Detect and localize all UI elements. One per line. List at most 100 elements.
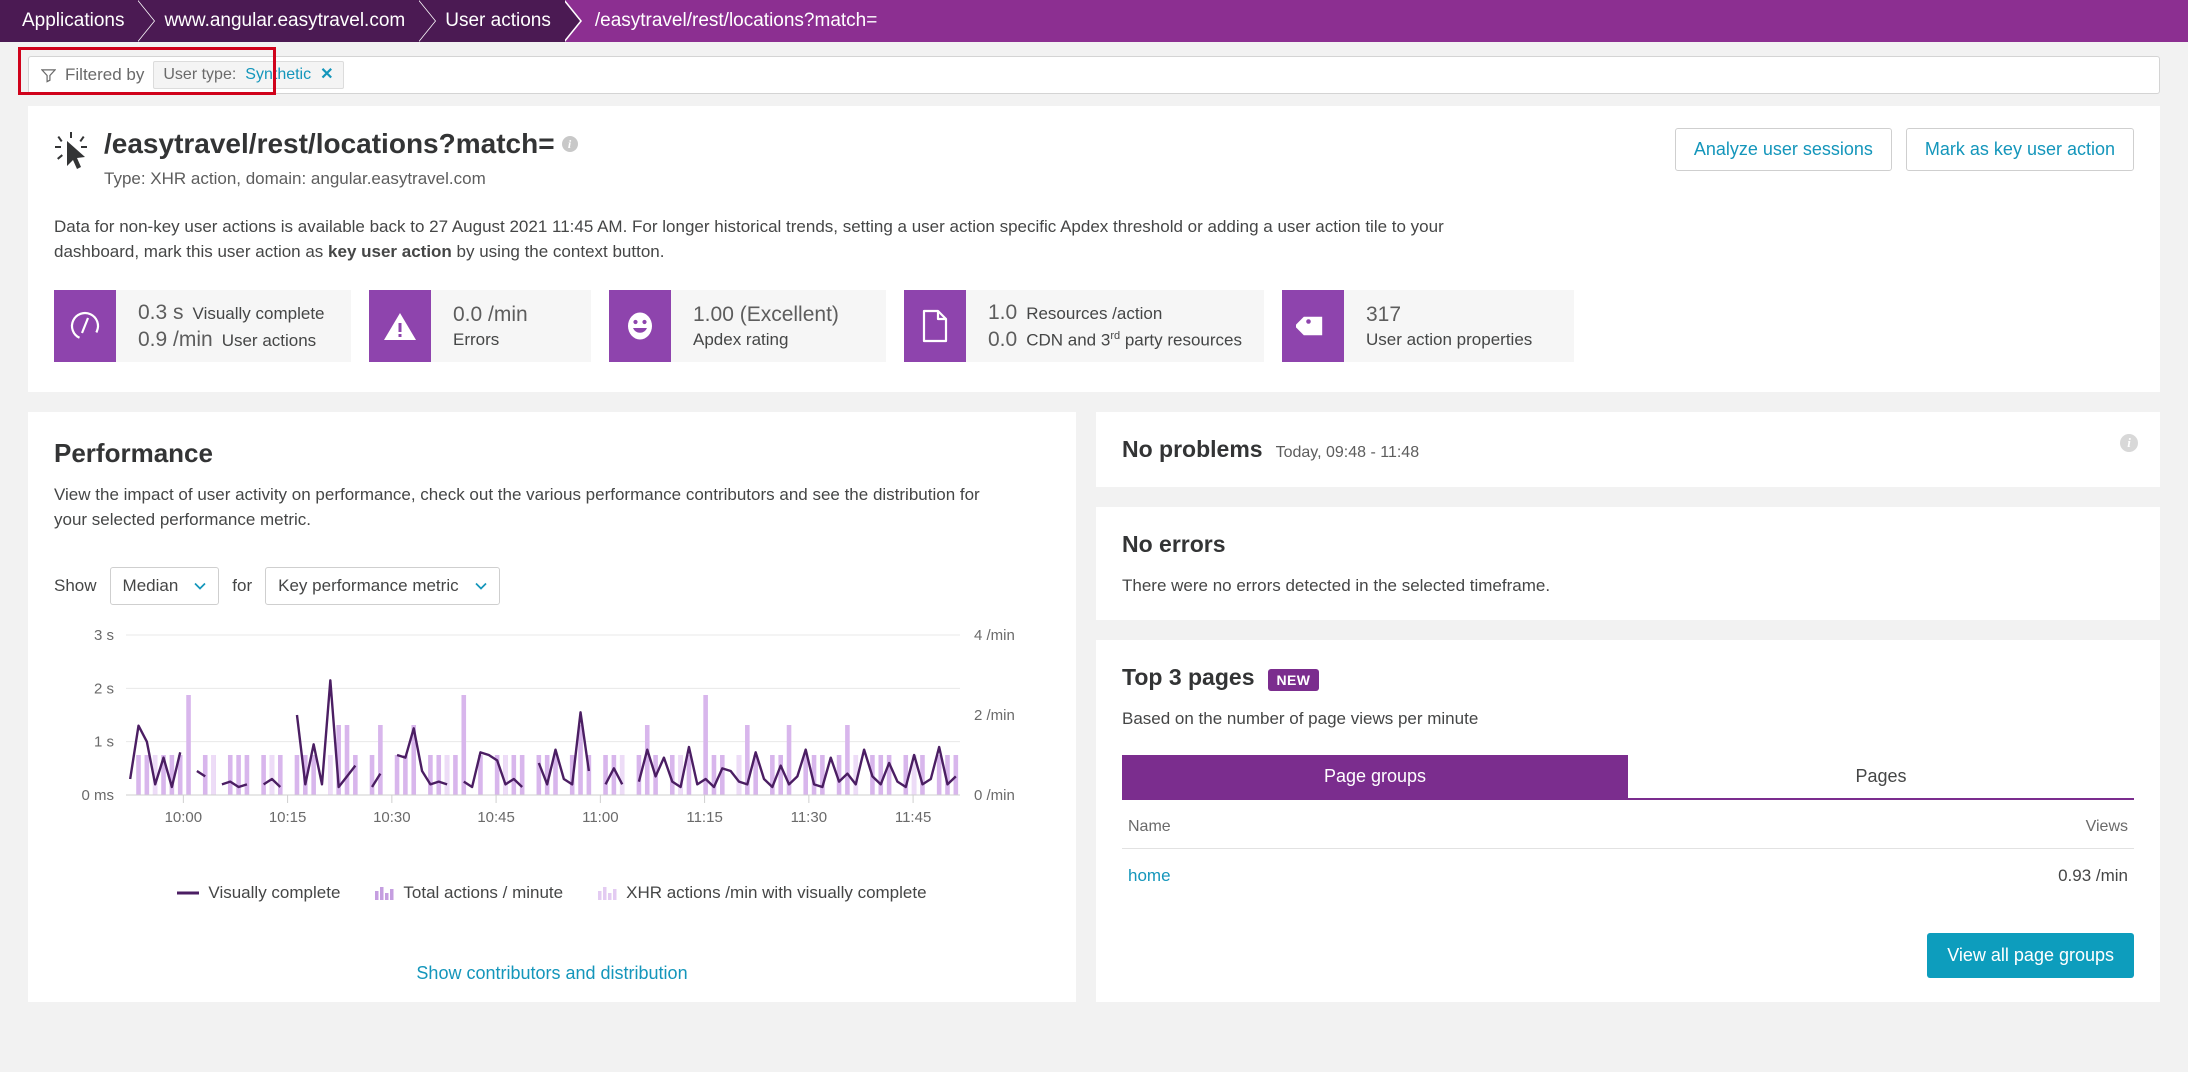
filter-bar-container: Filtered by User type: Synthetic ✕ <box>0 42 2188 106</box>
chart-legend: Visually complete Total actions / minute… <box>54 883 1050 903</box>
errors-panel: No errors There were no errors detected … <box>1096 507 2160 621</box>
errors-title: No errors <box>1122 531 1226 558</box>
column-header-name[interactable]: Name <box>1122 804 1528 850</box>
kpi-tile-resources[interactable]: 1.0 Resources /action 0.0 CDN and 3rd pa… <box>904 290 1264 363</box>
document-icon <box>904 290 966 363</box>
top-pages-panel: Top 3 pages NEW Based on the number of p… <box>1096 640 2160 1003</box>
kpi-label: Visually complete <box>192 303 325 323</box>
tab-page-groups[interactable]: Page groups <box>1122 755 1628 801</box>
info-paragraph: Data for non-key user actions is availab… <box>54 215 1514 264</box>
problems-panel: i No problems Today, 09:48 - 11:48 <box>1096 412 2160 488</box>
show-contributors-link[interactable]: Show contributors and distribution <box>28 963 1076 984</box>
filtered-by-label: Filtered by <box>65 65 145 84</box>
performance-panel: Performance View the impact of user acti… <box>28 412 1076 1003</box>
performance-chart-svg: 0 ms 1 s 2 s 3 s 0 /min 2 /min 4 /min 10:00 10:1… <box>81 627 1015 826</box>
top-pages-table: Name Views home 0.93 /min <box>1122 804 2134 903</box>
close-icon[interactable]: ✕ <box>320 67 333 83</box>
svg-text:2 /min: 2 /min <box>974 707 1015 724</box>
header-actions: Analyze user sessions Mark as key user a… <box>1674 128 2134 171</box>
aggregation-select[interactable]: Median <box>109 566 220 605</box>
breadcrumb-item-user-actions[interactable]: User actions <box>419 0 582 42</box>
table-row[interactable]: home 0.93 /min <box>1122 849 2134 904</box>
column-header-views[interactable]: Views <box>1527 804 2134 850</box>
main-content: Performance View the impact of user acti… <box>28 412 2160 1003</box>
kpi-label: Resources /action <box>1026 303 1163 323</box>
kpi-tile-errors[interactable]: 0.0 /min Errors <box>369 290 591 363</box>
errors-text: There were no errors detected in the sel… <box>1122 576 1551 596</box>
info-icon[interactable]: i <box>561 136 578 152</box>
aggregation-select-value: Median <box>122 575 179 595</box>
performance-title: Performance <box>54 438 213 469</box>
svg-text:2 s: 2 s <box>94 680 114 697</box>
chevron-down-icon <box>474 582 487 590</box>
svg-text:10:15: 10:15 <box>269 809 307 826</box>
breadcrumb-separator-icon <box>563 0 582 42</box>
top-pages-subtitle: Based on the number of page views per mi… <box>1122 709 1479 729</box>
legend-label: Total actions / minute <box>403 882 564 902</box>
funnel-icon <box>41 68 56 83</box>
metric-select-value: Key performance metric <box>278 575 459 595</box>
metric-select[interactable]: Key performance metric <box>265 566 500 605</box>
page-group-views: 0.93 /min <box>2058 866 2128 886</box>
analyze-user-sessions-button[interactable]: Analyze user sessions <box>1674 128 1892 171</box>
kpi-tile-apdex[interactable]: 1.00 (Excellent) Apdex rating <box>609 290 886 363</box>
page-title-text: /easytravel/rest/locations?match= <box>104 128 555 159</box>
kpi-value: 1.0 <box>988 300 1018 324</box>
kpi-label: Errors <box>453 329 500 349</box>
breadcrumb-item-application[interactable]: www.angular.easytravel.com <box>138 0 437 42</box>
svg-text:10:30: 10:30 <box>373 809 411 826</box>
tab-pages[interactable]: Pages <box>1628 755 2134 801</box>
filter-chip-key: User type: <box>163 66 237 83</box>
filter-bar[interactable]: Filtered by User type: Synthetic ✕ <box>28 56 2160 94</box>
performance-description: View the impact of user activity on perf… <box>54 485 980 529</box>
view-all-page-groups-button[interactable]: View all page groups <box>1927 933 2134 979</box>
user-action-header-card: Analyze user sessions Mark as key user a… <box>28 106 2160 393</box>
smiley-icon <box>609 290 671 363</box>
kpi-tiles: 0.3 s Visually complete 0.9 /min User ac… <box>54 290 2134 363</box>
info-icon[interactable]: i <box>2120 434 2138 453</box>
kpi-tile-user-action-properties[interactable]: 317 User action properties <box>1281 290 1574 363</box>
filter-chip-value: Synthetic <box>245 66 312 83</box>
svg-text:1 s: 1 s <box>94 733 114 750</box>
tag-icon <box>1281 290 1344 363</box>
table-header-row: Name Views <box>1122 804 2134 850</box>
svg-text:11:45: 11:45 <box>895 809 931 826</box>
breadcrumb-separator-icon <box>136 0 156 42</box>
breadcrumb-item-current: /easytravel/rest/locations?match= <box>564 0 2188 42</box>
left-column: Performance View the impact of user acti… <box>28 412 1076 1003</box>
svg-text:10:00: 10:00 <box>165 809 203 826</box>
svg-text:4 /min: 4 /min <box>974 627 1015 644</box>
kpi-label: User actions <box>221 330 317 350</box>
cursor-click-icon <box>55 132 87 169</box>
kpi-value: 0.0 <box>988 327 1018 351</box>
kpi-value: 0.0 /min <box>453 302 528 326</box>
kpi-value: 0.3 s <box>138 300 184 324</box>
svg-text:0 ms: 0 ms <box>81 787 114 804</box>
performance-chart[interactable]: 0 ms 1 s 2 s 3 s 0 /min 2 /min 4 /min 10:00 10:1… <box>54 627 1050 837</box>
info-paragraph-bold: key user action <box>328 241 452 261</box>
filter-chip-user-type[interactable]: User type: Synthetic ✕ <box>153 61 344 89</box>
breadcrumb-label: User actions <box>445 10 551 31</box>
bars-marker-icon <box>598 886 617 900</box>
kpi-tile-visually-complete[interactable]: 0.3 s Visually complete 0.9 /min User ac… <box>54 290 351 363</box>
top-pages-title: Top 3 pages <box>1122 664 1255 691</box>
page-group-name[interactable]: home <box>1122 849 1527 904</box>
for-label: for <box>232 575 253 595</box>
breadcrumb-item-applications[interactable]: Applications <box>0 0 156 42</box>
legend-item-xhr-actions[interactable]: XHR actions /min with visually complete <box>597 883 927 903</box>
show-label: Show <box>54 575 97 595</box>
legend-item-visually-complete[interactable]: Visually complete <box>177 883 340 903</box>
info-paragraph-part1: Data for non-key user actions is availab… <box>54 217 1444 261</box>
bars-marker-icon <box>375 886 394 900</box>
legend-item-total-actions[interactable]: Total actions / minute <box>374 883 563 903</box>
speedometer-icon <box>54 290 116 363</box>
new-badge: NEW <box>1267 669 1320 692</box>
kpi-value: 1.00 (Excellent) <box>693 302 839 326</box>
mark-as-key-user-action-button[interactable]: Mark as key user action <box>1905 128 2134 171</box>
kpi-label: Apdex rating <box>693 329 789 349</box>
top-pages-tabs: Page groups Pages <box>1122 755 2134 801</box>
right-column: i No problems Today, 09:48 - 11:48 No er… <box>1096 412 2160 1003</box>
line-marker-icon <box>177 891 200 895</box>
chevron-down-icon <box>194 582 206 590</box>
problems-timeframe: Today, 09:48 - 11:48 <box>1275 444 1420 462</box>
